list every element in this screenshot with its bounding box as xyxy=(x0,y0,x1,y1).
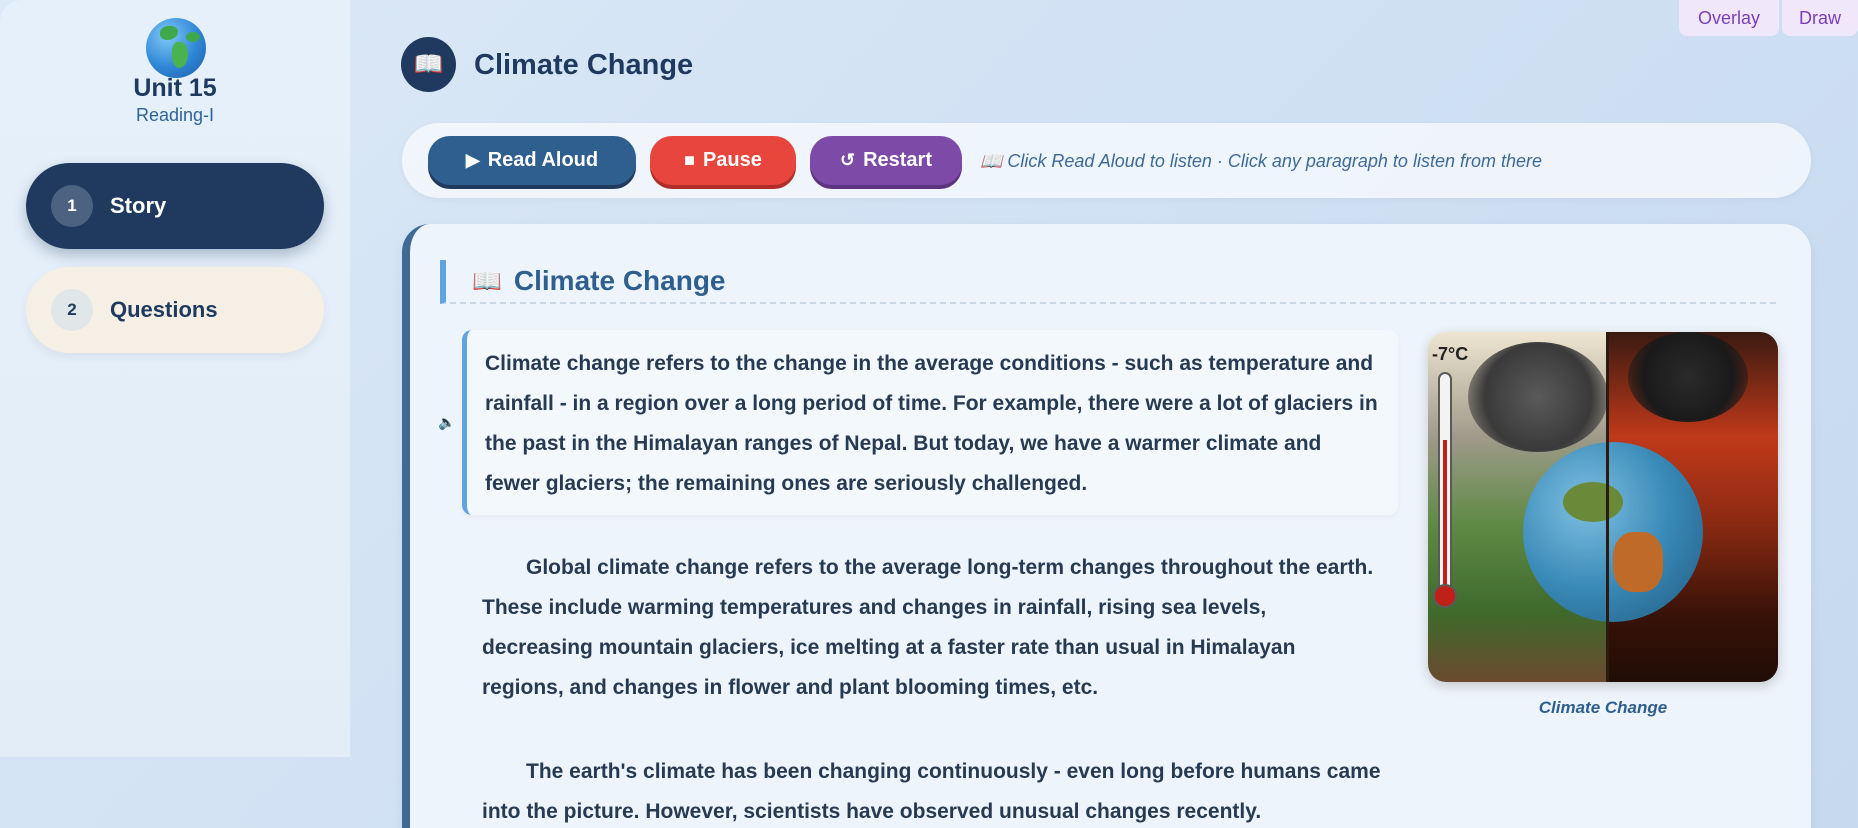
draw-button[interactable]: Draw xyxy=(1782,0,1858,36)
overlay-button[interactable]: Overlay xyxy=(1679,0,1779,36)
globe-icon xyxy=(146,18,206,78)
sidebar-item-label: Questions xyxy=(110,297,218,322)
speaker-icon[interactable]: 🔈 xyxy=(438,414,455,431)
unit-subtitle: Reading-I xyxy=(135,105,215,125)
paragraph[interactable]: The earth's climate has been changing co… xyxy=(482,752,1382,828)
thermometer-icon xyxy=(1433,372,1457,608)
sidebar-item-label: Story xyxy=(110,193,167,218)
read-aloud-label: Read Aloud xyxy=(487,149,599,171)
audio-toolbar: ▶ Read Aloud ■ Pause ↺ Restart 📖 Click R… xyxy=(402,123,1811,198)
thermometer-reading: -7°C xyxy=(1432,344,1469,364)
paragraph-text: Global climate change refers to the aver… xyxy=(482,556,1374,699)
page-title: Climate Change xyxy=(474,49,694,81)
book-icon: 📖 xyxy=(401,37,456,92)
toolbar-hint: 📖 Click Read Aloud to listen · Click any… xyxy=(980,151,1542,171)
play-icon: ▶ xyxy=(465,150,480,170)
read-aloud-button[interactable]: ▶ Read Aloud xyxy=(428,136,636,185)
earth-globe-image xyxy=(1523,442,1703,622)
sidebar: Unit 15 Reading-I 1 Story 2 Questions xyxy=(0,0,350,757)
nav-number-badge: 1 xyxy=(51,185,93,227)
unit-title: Unit 15 xyxy=(133,74,217,102)
paragraph-highlighted[interactable]: Climate change refers to the change in t… xyxy=(462,330,1398,515)
restart-label: Restart xyxy=(863,149,932,171)
book-icon: 📖 xyxy=(472,267,502,295)
pause-button[interactable]: ■ Pause xyxy=(650,136,796,185)
stop-icon: ■ xyxy=(684,150,695,170)
paragraph-text: The earth's climate has been changing co… xyxy=(482,760,1381,823)
sidebar-item-story[interactable]: 1 Story xyxy=(26,163,324,249)
pause-label: Pause xyxy=(702,149,762,171)
restart-icon: ↺ xyxy=(839,150,856,170)
section-title: Climate Change xyxy=(513,265,726,296)
section-header: 📖 Climate Change xyxy=(440,260,1776,304)
story-card: 📖 Climate Change 🔈 Climate change refers… xyxy=(402,224,1811,828)
restart-button[interactable]: ↺ Restart xyxy=(810,136,962,185)
paragraph[interactable]: Global climate change refers to the aver… xyxy=(482,548,1382,708)
paragraph-text: Climate change refers to the change in t… xyxy=(485,352,1378,495)
nav-number-badge: 2 xyxy=(51,289,93,331)
sidebar-item-questions[interactable]: 2 Questions xyxy=(26,267,324,353)
climate-change-illustration: -7°C xyxy=(1428,332,1778,682)
figure-caption: Climate Change xyxy=(1538,698,1668,717)
